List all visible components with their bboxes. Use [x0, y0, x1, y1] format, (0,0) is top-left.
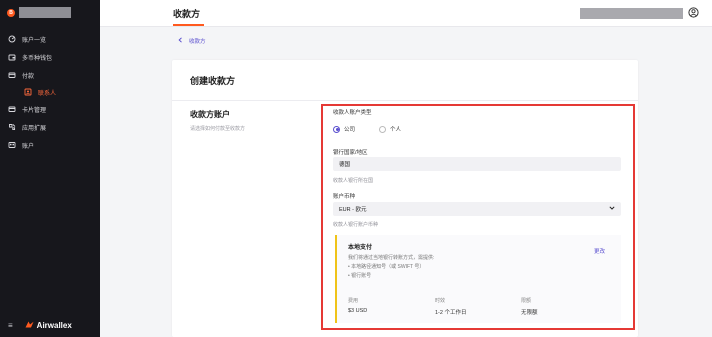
menu-toggle-icon[interactable]: ≡ [8, 321, 13, 330]
sidebar-nav: 账户一览 多币种钱包 付款 联系人 卡片管理 应用扩展 账户 [0, 30, 100, 154]
logo-text: Airwallex [36, 321, 72, 330]
sidebar-item-contacts[interactable]: 联系人 [0, 84, 100, 100]
active-tab-indicator [173, 24, 204, 26]
sidebar-item-label: 付款 [22, 73, 35, 80]
sidebar: B 账户一览 多币种钱包 付款 联系人 卡片管理 应用扩展 账户 ≡ Airwa… [0, 0, 100, 337]
card-icon [8, 105, 16, 113]
sidebar-item-label: 账户 [22, 143, 35, 150]
section-title: 收款方账户 [190, 110, 230, 119]
sidebar-item-apps[interactable]: 应用扩展 [0, 118, 100, 136]
payments-icon [8, 71, 16, 79]
sidebar-item-payments[interactable]: 付款 [0, 66, 100, 84]
sidebar-item-cards[interactable]: 卡片管理 [0, 100, 100, 118]
top-header: 收款方 [100, 0, 712, 27]
user-name-redacted [580, 8, 683, 19]
sidebar-item-label: 联系人 [38, 90, 57, 97]
highlight-box [321, 104, 635, 330]
breadcrumb-back-link[interactable]: 收款方 [189, 37, 206, 45]
dashboard-icon [8, 35, 16, 43]
airwallex-logo: Airwallex [25, 321, 72, 330]
breadcrumb[interactable]: 收款方 [178, 37, 206, 45]
sidebar-footer: ≡ Airwallex [8, 321, 72, 330]
sidebar-item-label: 卡片管理 [22, 107, 47, 114]
airwallex-logo-mark-icon [25, 321, 34, 330]
wallet-icon [8, 53, 16, 61]
section-description: 请选择如何付款至收款方 [190, 126, 246, 132]
sidebar-item-wallet[interactable]: 多币种钱包 [0, 48, 100, 66]
account-name-redacted [19, 7, 71, 18]
sidebar-item-label: 应用扩展 [22, 125, 47, 132]
brand-badge: B [7, 8, 15, 17]
page-title: 收款方 [173, 9, 201, 19]
chevron-left-icon [178, 37, 183, 45]
user-avatar-icon[interactable] [688, 7, 699, 18]
account-icon [8, 141, 16, 149]
apps-icon [8, 123, 16, 131]
account-switcher[interactable]: B [7, 7, 71, 18]
sidebar-item-label: 账户一览 [22, 37, 47, 44]
divider [172, 100, 638, 101]
sidebar-item-dashboard[interactable]: 账户一览 [0, 30, 100, 48]
card-title: 创建收款方 [190, 76, 236, 86]
sidebar-item-account[interactable]: 账户 [0, 136, 100, 154]
contacts-icon [24, 88, 32, 96]
sidebar-item-label: 多币种钱包 [22, 55, 53, 62]
